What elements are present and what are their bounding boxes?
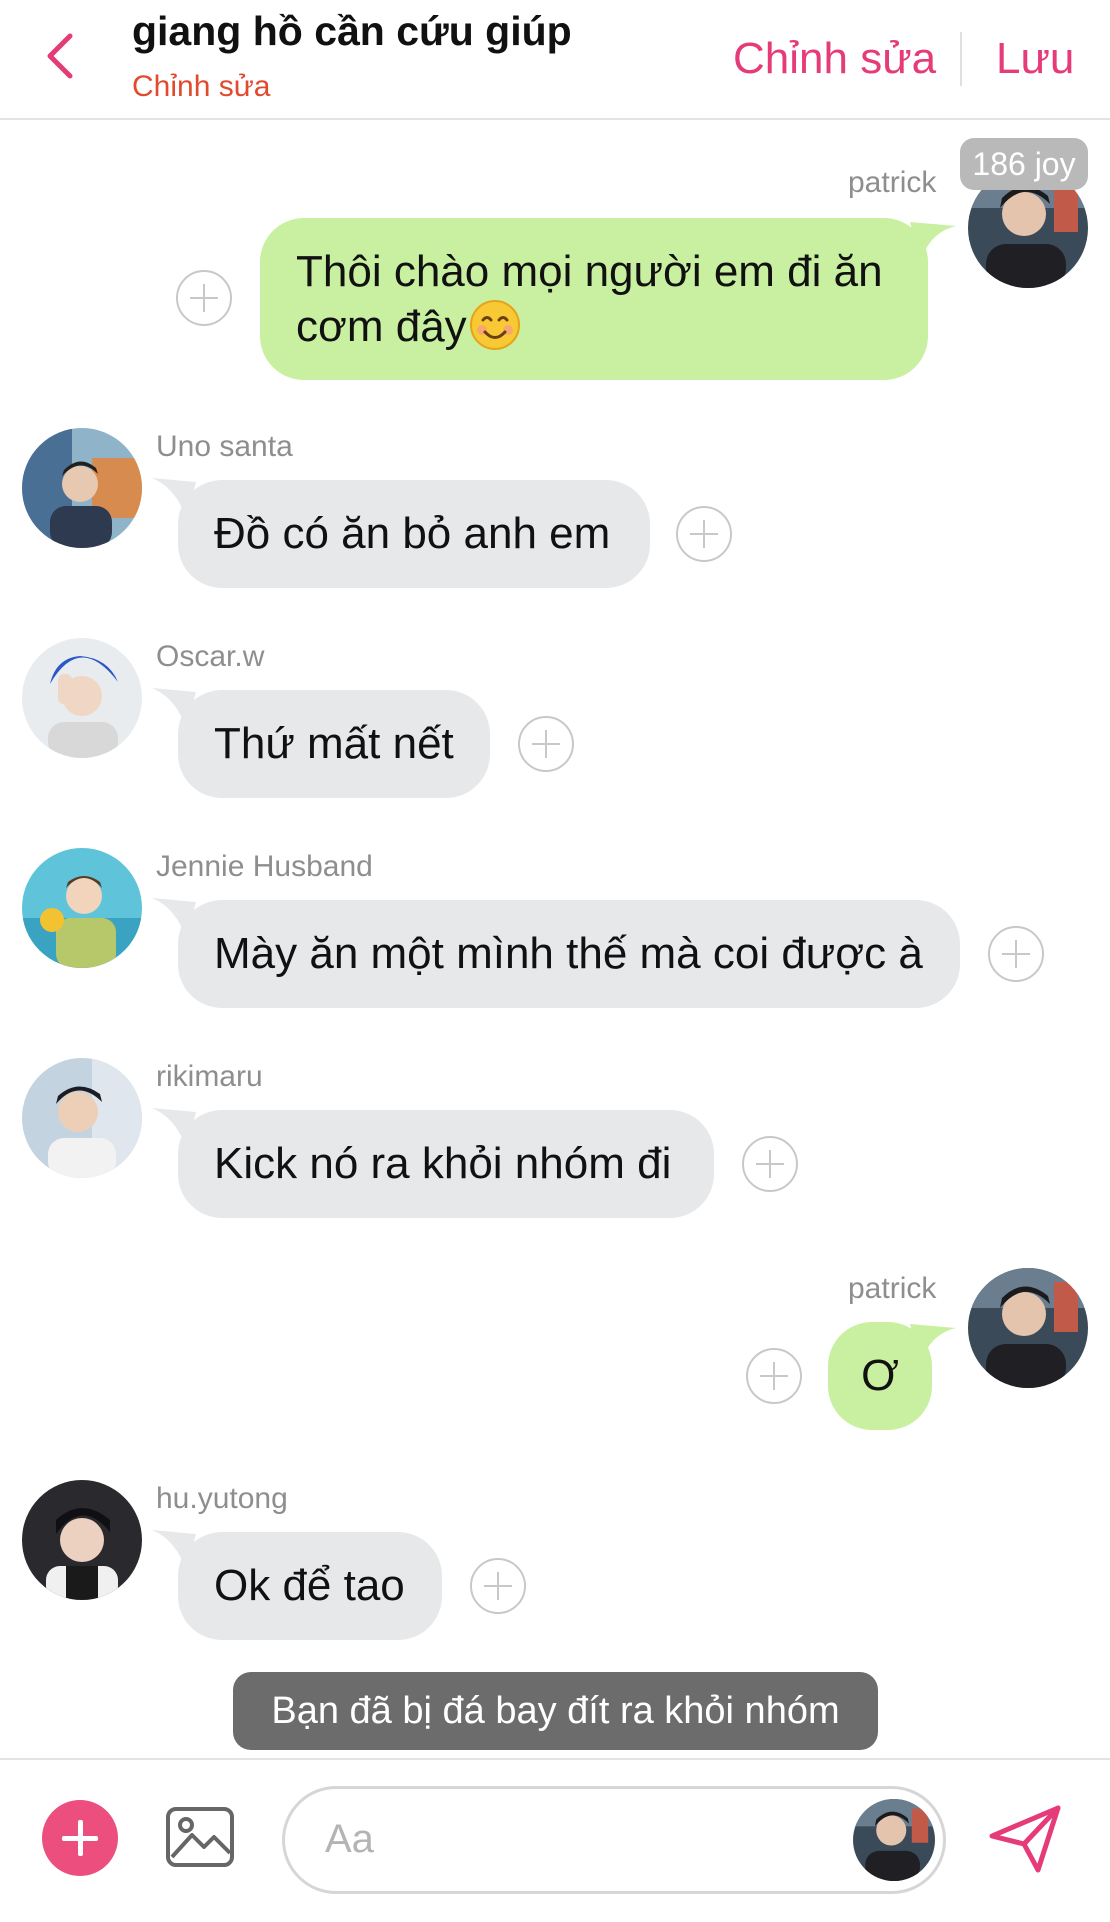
sender-name: rikimaru	[156, 1060, 263, 1093]
sender-name: Uno santa	[156, 430, 293, 463]
message-bubble-incoming[interactable]: Đồ có ăn bỏ anh em	[178, 480, 650, 588]
add-reaction-icon[interactable]	[676, 506, 732, 562]
current-user-avatar[interactable]	[853, 1799, 935, 1881]
points-badge: 186 joy	[960, 138, 1088, 190]
back-chevron-icon[interactable]	[36, 26, 86, 86]
message-bubble-incoming[interactable]: Ok để tao	[178, 1532, 442, 1640]
message-text: Thứ mất nết	[214, 719, 454, 768]
avatar-rikimaru[interactable]	[22, 1058, 142, 1178]
message-input[interactable]: Aa	[282, 1786, 946, 1894]
group-subtitle-edit[interactable]: Chỉnh sửa	[132, 70, 271, 104]
add-reaction-icon[interactable]	[470, 1558, 526, 1614]
add-reaction-icon[interactable]	[742, 1136, 798, 1192]
message-text: Mày ăn một mình thế mà coi được à	[214, 929, 923, 978]
sender-name: Jennie Husband	[156, 850, 373, 883]
add-reaction-icon[interactable]	[988, 926, 1044, 982]
edit-button[interactable]: Chỉnh sửa	[733, 34, 936, 84]
message-text-line1: Thôi chào mọi người em đi ăn	[296, 246, 883, 296]
message-text: Ơ	[861, 1351, 899, 1400]
sender-name: patrick	[848, 1272, 937, 1305]
message-text: Kick nó ra khỏi nhóm đi	[214, 1139, 672, 1188]
avatar-uno-santa[interactable]	[22, 428, 142, 548]
avatar-hu-yutong[interactable]	[22, 1480, 142, 1600]
save-button[interactable]: Lưu	[996, 34, 1074, 84]
message-text: Ok để tao	[214, 1561, 405, 1610]
header-divider	[960, 32, 962, 86]
chat-header: giang hồ cần cứu giúp Chỉnh sửa Chỉnh sử…	[0, 0, 1110, 120]
avatar-oscar-w[interactable]	[22, 638, 142, 758]
avatar-patrick[interactable]	[968, 1268, 1088, 1388]
message-bubble-incoming[interactable]: Mày ăn một mình thế mà coi được à	[178, 900, 960, 1008]
message-text-line2: cơm đây	[296, 299, 521, 354]
avatar-jennie-husband[interactable]	[22, 848, 142, 968]
message-bubble-outgoing[interactable]: Ơ	[828, 1322, 932, 1430]
smiling-face-emoji-icon	[469, 299, 520, 350]
message-input-placeholder: Aa	[325, 1817, 374, 1861]
group-title: giang hồ cần cứu giúp	[132, 8, 572, 54]
message-bubble-incoming[interactable]: Kick nó ra khỏi nhóm đi	[178, 1110, 714, 1218]
message-bubble-incoming[interactable]: Thứ mất nết	[178, 690, 490, 798]
sender-name: Oscar.w	[156, 640, 265, 673]
system-notice: Bạn đã bị đá bay đít ra khỏi nhóm	[233, 1672, 878, 1750]
add-reaction-icon[interactable]	[176, 270, 232, 326]
sender-name: patrick	[848, 166, 937, 199]
image-gallery-icon[interactable]	[164, 1801, 236, 1873]
message-text: Đồ có ăn bỏ anh em	[214, 509, 611, 558]
add-attachment-button[interactable]	[42, 1800, 118, 1876]
add-reaction-icon[interactable]	[746, 1348, 802, 1404]
send-icon[interactable]	[988, 1804, 1064, 1874]
message-bubble-outgoing[interactable]: Thôi chào mọi người em đi ăn cơm đây	[260, 218, 928, 380]
sender-name: hu.yutong	[156, 1482, 288, 1515]
add-reaction-icon[interactable]	[518, 716, 574, 772]
